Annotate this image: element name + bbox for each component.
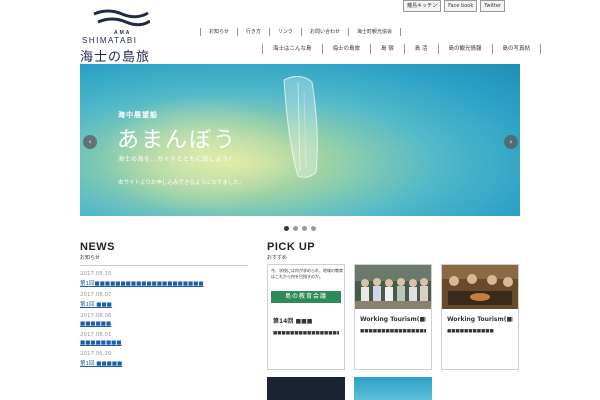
nav-sightseeing[interactable]: 島の観光情報 xyxy=(437,44,492,54)
card-title: Working Tourism(■■ xyxy=(360,316,426,323)
card-desc: ■■■■■■■■■■■ xyxy=(447,329,494,334)
news-link[interactable]: ■■■■■■■■ xyxy=(80,340,248,346)
pickup-section: PICK UP おすすめ xyxy=(267,241,527,261)
nav-photo-album[interactable]: 島の写真帖 xyxy=(491,44,542,54)
news-date: 2017.06.20 xyxy=(80,351,112,357)
nav-lodging[interactable]: 島 宿 xyxy=(370,44,404,54)
news-link[interactable]: 第1回■■■■■■■■■■■■■■■■■■■■■ xyxy=(80,279,248,287)
news-date: 2017.08.07 xyxy=(80,292,112,298)
news-title: NEWS xyxy=(80,241,115,253)
main-navigation: 海士はこんな島 海士の島旅 島 宿 島 活 島の観光情報 島の写真帖 xyxy=(262,44,542,54)
pickup-card-sea-photo[interactable] xyxy=(354,377,432,400)
nav-island-trip[interactable]: 海士の島旅 xyxy=(321,44,371,54)
site-logo[interactable]: AMA SHIMATABI 海士の島旅 xyxy=(80,8,160,65)
slider-dot-2[interactable] xyxy=(293,226,298,231)
dinner-photo-image xyxy=(442,265,518,309)
subnav-tourism-association[interactable]: 海士町観光協会 xyxy=(347,28,401,36)
slider-dots xyxy=(284,226,316,231)
jellyfish-image xyxy=(283,76,318,178)
hero-title: あまんぼう xyxy=(117,128,238,153)
news-link[interactable]: ■■■■■■ xyxy=(80,321,248,327)
hero-note: 本サイトよりお申し込みできるようになりました。 xyxy=(118,180,245,186)
sub-navigation: お知らせ 行き方 リンク お問い合わせ 海士町観光協会 xyxy=(200,28,401,36)
news-date: 2017.08.01 xyxy=(80,332,112,338)
pickup-card-education[interactable]: 今、学校には何が求められ、地域の教育はこれから何を目指すのか。 島の教育会議 第… xyxy=(267,264,345,370)
slider-prev-button[interactable]: ‹ xyxy=(83,135,97,149)
pickup-subtitle: おすすめ xyxy=(267,255,288,261)
ritou-kitchen-button[interactable]: 離島キッチン xyxy=(403,0,442,12)
news-item: 2017.09.15 第1回■■■■■■■■■■■■■■■■■■■■■ xyxy=(80,271,248,287)
pickup-card-working-tourism-2[interactable]: Working Tourism(■■ ■■■■■■■■■■■ xyxy=(441,264,519,370)
subnav-contact[interactable]: お問い合わせ xyxy=(300,28,348,36)
nav-activities[interactable]: 島 活 xyxy=(403,44,438,54)
card-desc: ■■■■■■■■■■■■■■■■ xyxy=(273,331,339,336)
facebook-button[interactable]: Face book xyxy=(444,0,478,12)
pickup-card-night-photo[interactable] xyxy=(267,377,345,400)
card-image xyxy=(442,265,518,309)
card-title: Working Tourism(■■ xyxy=(447,316,513,323)
card-image xyxy=(355,265,431,309)
slider-dot-3[interactable] xyxy=(302,226,307,231)
slider-next-button[interactable]: › xyxy=(504,135,518,149)
hero-subtitle: 海士の海を、ガイドとともに旅しよう！ xyxy=(118,156,236,163)
card-desc: ■■■■■■■■■■■■■■■■■■■■■■■ xyxy=(360,329,426,334)
news-item: 2017.08.07 第1回 ■■■ xyxy=(80,292,248,308)
news-section: NEWS お知らせ 2017.09.15 第1回■■■■■■■■■■■■■■■■… xyxy=(80,241,248,367)
slider-dot-4[interactable] xyxy=(311,226,316,231)
subnav-news[interactable]: お知らせ xyxy=(200,28,237,36)
slider-dot-1[interactable] xyxy=(284,226,289,231)
news-item: 2017.08.01 ■■■■■■■■ xyxy=(80,332,248,346)
pickup-title: PICK UP xyxy=(267,241,316,253)
edu-banner: 島の教育会議 xyxy=(271,291,341,303)
hero-slider[interactable]: 海中展望船 あまんぼう 海士の海を、ガイドとともに旅しよう！ 本サイトよりお申し… xyxy=(80,64,520,216)
news-link[interactable]: 第1回 ■■■■■ xyxy=(80,359,248,367)
edu-image-text: 今、学校には何が求められ、地域の教育はこれから何を目指すのか。 xyxy=(271,268,344,279)
news-divider xyxy=(80,265,248,266)
news-link[interactable]: 第1回 ■■■ xyxy=(80,300,248,308)
logo-shimatabi-text: SHIMATABI xyxy=(82,36,138,45)
subnav-access[interactable]: 行き方 xyxy=(236,28,269,36)
card-title: 第14回 ■■■ xyxy=(273,318,313,325)
social-links: 離島キッチン Face book Twitter xyxy=(403,0,505,12)
hero-kicker: 海中展望船 xyxy=(118,111,158,119)
news-date: 2017.09.15 xyxy=(80,271,112,277)
news-item: 2017.06.20 第1回 ■■■■■ xyxy=(80,351,248,367)
logo-title: 海士の島旅 xyxy=(80,50,151,65)
twitter-button[interactable]: Twitter xyxy=(480,0,505,12)
card-image: 今、学校には何が求められ、地域の教育はこれから何を目指すのか。 島の教育会議 xyxy=(268,265,344,309)
news-date: 2017.08.06 xyxy=(80,313,112,319)
group-photo-image xyxy=(355,265,431,309)
news-subtitle: お知らせ xyxy=(80,255,100,261)
subnav-links[interactable]: リンク xyxy=(268,28,301,36)
nav-about-island[interactable]: 海士はこんな島 xyxy=(262,44,322,54)
news-item: 2017.08.06 ■■■■■■ xyxy=(80,313,248,327)
wave-logo-icon xyxy=(93,9,150,27)
pickup-card-working-tourism-1[interactable]: Working Tourism(■■ ■■■■■■■■■■■■■■■■■■■■■… xyxy=(354,264,432,370)
